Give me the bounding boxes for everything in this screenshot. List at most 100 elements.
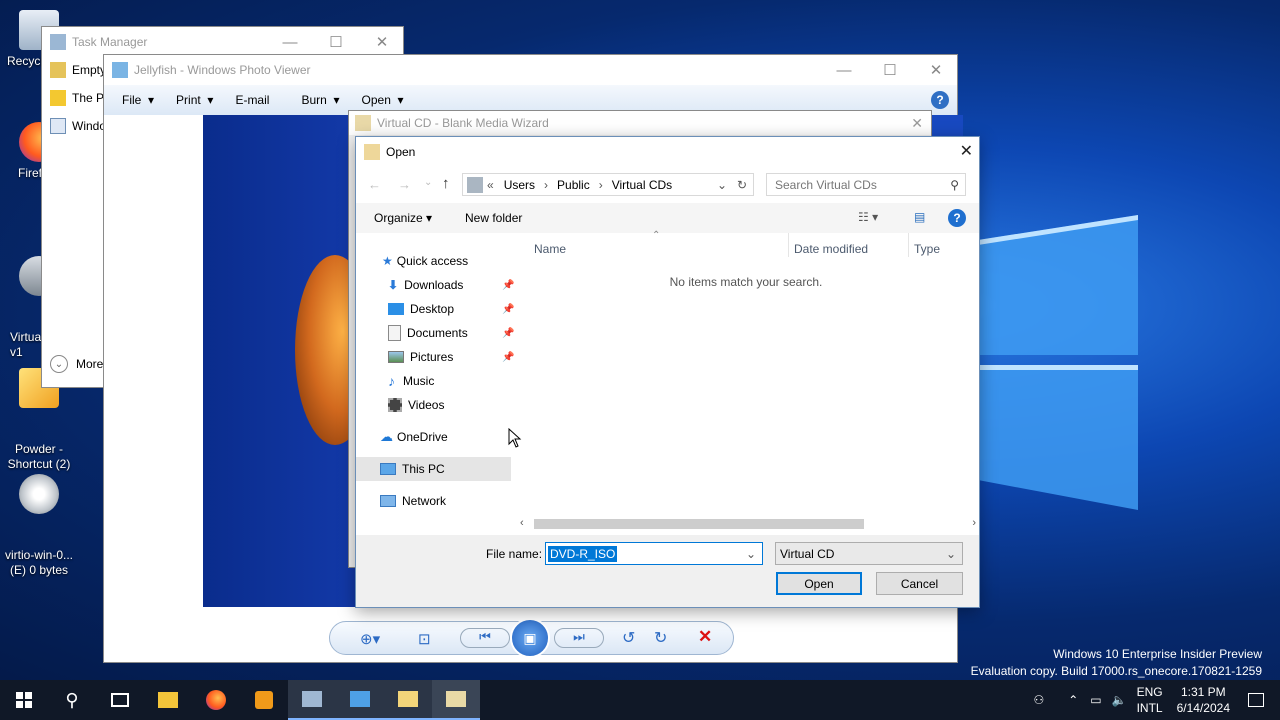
forward-icon[interactable]: →	[398, 177, 411, 192]
nav-network[interactable]: Network	[356, 489, 511, 513]
task-row[interactable]: Windo	[50, 118, 106, 134]
app-icon	[50, 90, 66, 106]
wizard-icon	[446, 691, 466, 707]
zoom-icon[interactable]: ⊕▾	[360, 630, 380, 648]
help-icon[interactable]: ?	[931, 91, 949, 109]
wizard-titlebar[interactable]: Virtual CD - Blank Media Wizard	[349, 111, 931, 135]
taskbar-media-player[interactable]	[240, 680, 288, 720]
nav-documents[interactable]: Documents 📌	[356, 321, 514, 345]
menu-open[interactable]: Open ▾	[362, 93, 404, 107]
open-dialog-titlebar[interactable]: Open	[356, 137, 979, 167]
fit-icon[interactable]: ⊡	[418, 630, 431, 648]
close-button[interactable]: ✕	[911, 115, 923, 132]
pin-icon[interactable]: 📌	[502, 328, 514, 339]
up-icon[interactable]: ↑	[442, 175, 450, 192]
horizontal-scrollbar[interactable]: ‹ ›	[518, 517, 978, 531]
new-folder-button[interactable]: New folder	[465, 211, 522, 225]
breadcrumb-public[interactable]: Public	[557, 178, 590, 192]
task-row[interactable]: The Po	[50, 90, 111, 106]
nav-desktop[interactable]: Desktop 📌	[356, 297, 514, 321]
volume-icon[interactable]: 🔈	[1112, 693, 1127, 707]
taskbar-file-explorer[interactable]	[144, 680, 192, 720]
taskbar-firefox[interactable]	[192, 680, 240, 720]
chevron-up-icon[interactable]: ⌃	[1068, 693, 1078, 707]
language-indicator[interactable]: ENG INTL	[1137, 684, 1163, 716]
taskbar-virtual-cd[interactable]	[384, 680, 432, 720]
task-manager-icon	[302, 691, 322, 707]
command-bar: Organize ▾ New folder ☷ ▾ ▤ ?	[356, 203, 979, 233]
scroll-thumb[interactable]	[534, 519, 864, 529]
taskbar-open-dialog[interactable]	[432, 680, 480, 720]
chevron-down-icon[interactable]: ⌄	[717, 178, 727, 192]
nav-downloads[interactable]: ⬇ Downloads 📌	[356, 273, 514, 297]
menu-print[interactable]: Print ▾	[176, 93, 213, 107]
scroll-right-icon[interactable]: ›	[972, 517, 976, 529]
nav-onedrive[interactable]: ☁ OneDrive	[356, 425, 511, 449]
back-icon[interactable]: ←	[368, 177, 381, 192]
start-button[interactable]	[0, 680, 48, 720]
nav-quick-access[interactable]: ★ Quick access	[356, 249, 511, 273]
nav-music[interactable]: ♪ Music	[356, 369, 511, 393]
photo-viewer-icon	[112, 62, 128, 78]
breadcrumb-virtual-cds[interactable]: Virtual CDs	[612, 178, 672, 192]
help-icon[interactable]: ?	[948, 209, 966, 227]
pin-icon[interactable]: 📌	[502, 280, 514, 291]
search-input[interactable]: Search Virtual CDs ⚲	[766, 173, 966, 196]
scroll-left-icon[interactable]: ‹	[520, 517, 524, 529]
firefox-icon	[206, 690, 226, 710]
cancel-button[interactable]: Cancel	[876, 572, 963, 595]
previous-icon[interactable]: ⏮	[460, 628, 510, 648]
desktop-icon-virtio[interactable]: virtio-win-0... (E) 0 bytes	[0, 444, 78, 593]
close-button[interactable]: ✕	[960, 141, 973, 161]
address-bar[interactable]: « Users › Public › Virtual CDs ⌄ ↻	[462, 173, 754, 196]
menu-file[interactable]: File ▾	[122, 93, 154, 107]
pin-icon[interactable]: 📌	[502, 352, 514, 363]
open-button[interactable]: Open	[776, 572, 862, 595]
next-icon[interactable]: ⏭	[554, 628, 604, 648]
rotate-right-icon[interactable]: ↻	[654, 628, 667, 648]
people-icon[interactable]: ⚇	[1033, 693, 1044, 707]
menu-email[interactable]: E-mail	[235, 93, 269, 107]
menu-burn[interactable]: Burn ▾	[301, 93, 339, 107]
file-type-select[interactable]: Virtual CD ⌄	[775, 542, 963, 565]
file-name-input[interactable]: DVD-R_ISO ⌄	[545, 542, 763, 565]
open-dialog[interactable]: Open ✕ ← → ⌄ ↑ « Users › Public › Virtua…	[355, 136, 980, 608]
column-name[interactable]: Name	[534, 242, 566, 256]
notifications-icon[interactable]	[1248, 693, 1264, 707]
nav-this-pc[interactable]: This PC	[356, 457, 511, 481]
dialog-footer: File name: DVD-R_ISO ⌄ Virtual CD ⌄ Open…	[356, 535, 979, 607]
close-button[interactable]: ✕	[913, 55, 959, 85]
download-icon: ⬇	[388, 278, 399, 292]
delete-icon[interactable]: ✕	[698, 627, 712, 647]
nav-pictures[interactable]: Pictures 📌	[356, 345, 514, 369]
taskbar-photo-viewer[interactable]	[336, 680, 384, 720]
minimize-button[interactable]: —	[267, 27, 313, 57]
chevron-down-icon[interactable]: ⌄	[946, 547, 956, 561]
organize-button[interactable]: Organize ▾	[374, 211, 432, 225]
search-button[interactable]: ⚲	[48, 680, 96, 720]
task-view-button[interactable]	[96, 680, 144, 720]
column-type[interactable]: Type	[914, 242, 940, 256]
network-status-icon[interactable]: ▭	[1090, 693, 1101, 707]
breadcrumb-users[interactable]: Users	[504, 178, 535, 192]
close-button[interactable]: ✕	[359, 27, 405, 57]
maximize-button[interactable]: ☐	[313, 27, 359, 57]
maximize-button[interactable]: ☐	[867, 55, 913, 85]
chevron-down-icon[interactable]: ⌄	[746, 547, 756, 561]
minimize-button[interactable]: —	[821, 55, 867, 85]
nav-videos[interactable]: Videos	[356, 393, 511, 417]
rotate-left-icon[interactable]: ↺	[622, 628, 635, 648]
photo-controls: ⊕▾ ⊡ ⏮ ▣ ⏭ ↺ ↻ ✕	[329, 618, 734, 658]
taskbar-task-manager[interactable]	[288, 680, 336, 720]
chevron-right-icon: ›	[598, 177, 603, 192]
clock[interactable]: 1:31 PM 6/14/2024	[1177, 684, 1230, 716]
recent-locations-icon[interactable]: ⌄	[424, 177, 432, 188]
slideshow-icon[interactable]: ▣	[510, 618, 550, 658]
more-details-button[interactable]: ⌄ More	[50, 355, 103, 373]
pin-icon[interactable]: 📌	[502, 304, 514, 315]
preview-pane-icon[interactable]: ▤	[914, 210, 925, 224]
task-row[interactable]: Empty	[50, 62, 106, 78]
column-date-modified[interactable]: Date modified	[794, 242, 868, 256]
view-options-icon[interactable]: ☷ ▾	[858, 210, 878, 224]
refresh-icon[interactable]: ↻	[737, 178, 747, 192]
